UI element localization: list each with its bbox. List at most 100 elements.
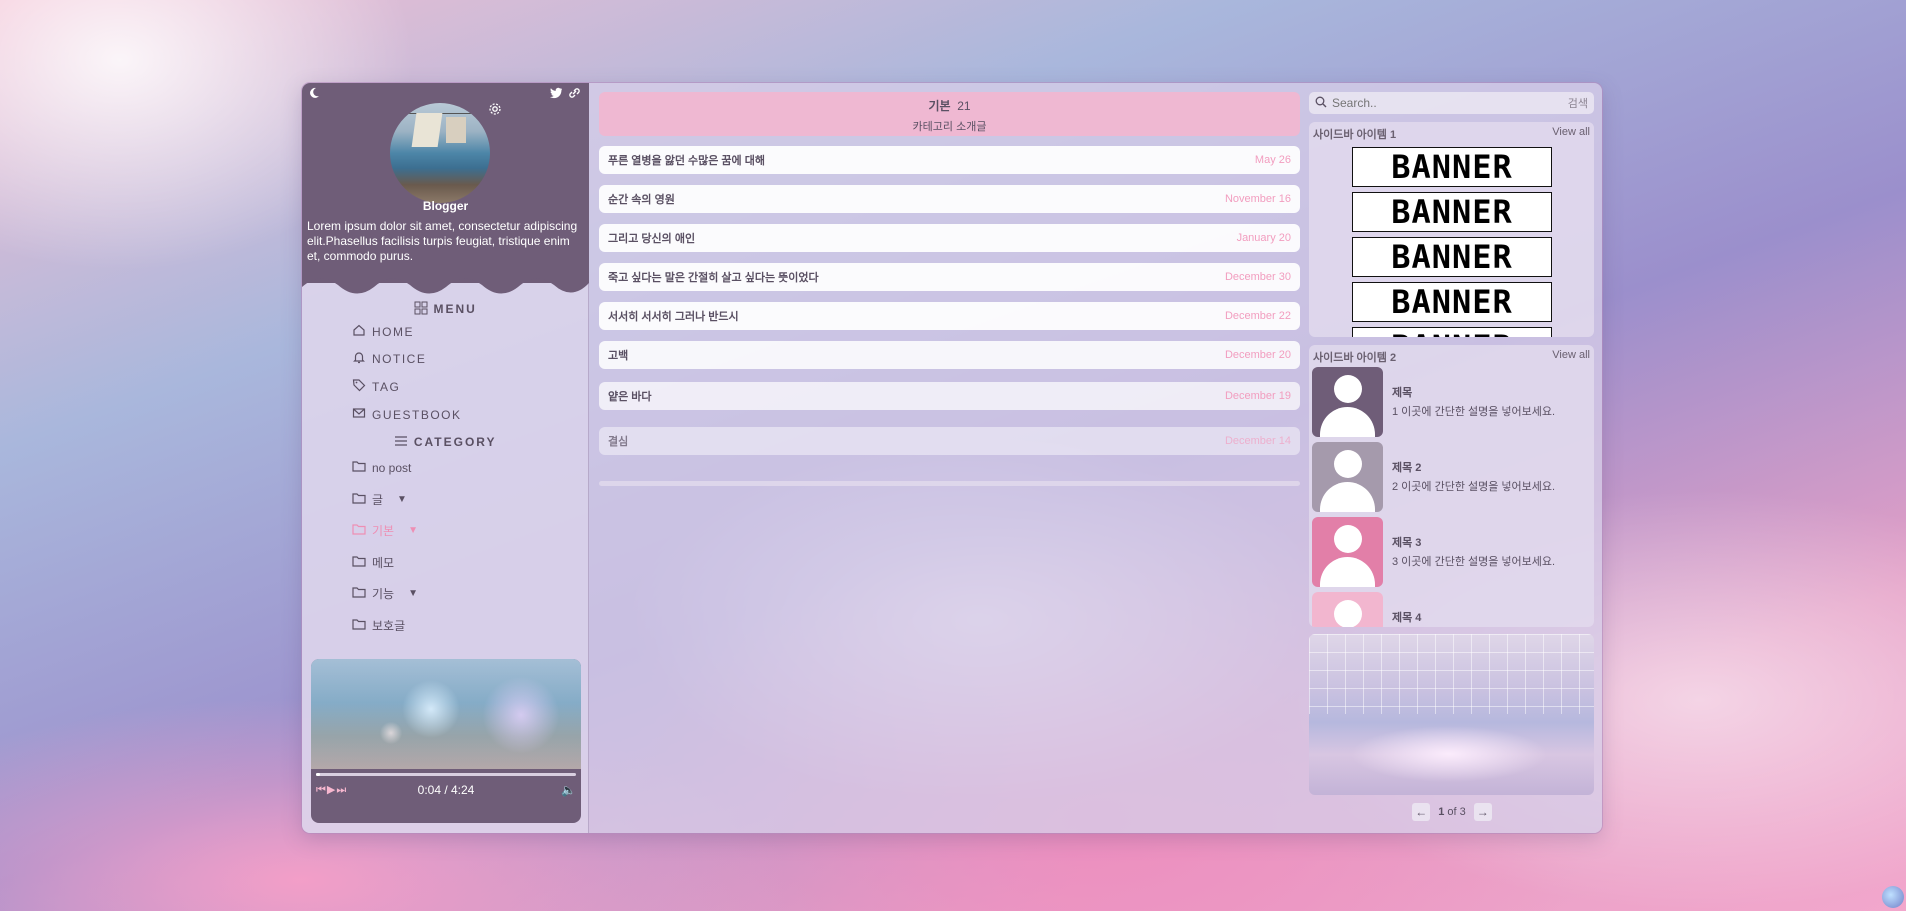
- progress-fill: [316, 773, 320, 776]
- mail-icon: [352, 406, 366, 423]
- post-title[interactable]: 고백: [608, 347, 628, 363]
- moon-icon[interactable]: [308, 87, 320, 102]
- caret-down-icon[interactable]: ▼: [397, 494, 407, 505]
- post-item[interactable]: 얕은 바다 December 19: [599, 382, 1300, 410]
- post-item[interactable]: 푸른 열병을 앓던 수많은 꿈에 대해 May 26: [599, 146, 1300, 174]
- page-indicator: 1 of 3: [1438, 806, 1466, 818]
- post-title[interactable]: 서서히 서서히 그러나 반드시: [608, 308, 739, 324]
- blog-description: Lorem ipsum dolor sit amet, consectetur …: [307, 219, 578, 263]
- main-content: 기본 21 카테고리 소개글 푸른 열병을 앓던 수많은 꿈에 대해 May 2…: [589, 83, 1300, 833]
- globe-icon[interactable]: [1882, 886, 1904, 908]
- list-item[interactable]: 제목 2 2 이곳에 간단한 설명을 넣어보세요.: [1312, 442, 1592, 512]
- grid-icon: [414, 301, 433, 316]
- post-item[interactable]: 그리고 당신의 애인 January 20: [599, 224, 1300, 252]
- search-icon: [1315, 96, 1327, 111]
- caret-down-icon[interactable]: ▼: [408, 525, 418, 536]
- item-description: 1 이곳에 간단한 설명을 넣어보세요.: [1392, 406, 1556, 418]
- tag-icon: [352, 378, 366, 395]
- post-item[interactable]: 결심 December 14: [599, 427, 1300, 455]
- progress-bar[interactable]: [316, 773, 576, 776]
- blog-window: Blogger Lorem ipsum dolor sit amet, cons…: [302, 83, 1602, 833]
- post-date: January 20: [1236, 232, 1291, 244]
- banner-image[interactable]: BANNER: [1352, 192, 1552, 232]
- folder-icon: [352, 492, 366, 507]
- category-title: CATEGORY: [302, 435, 589, 449]
- post-item[interactable]: 순간 속의 영원 November 16: [599, 185, 1300, 213]
- list-item[interactable]: 제목 4: [1312, 592, 1592, 627]
- item-title[interactable]: 제목 3: [1392, 534, 1421, 550]
- nav-item-home[interactable]: HOME: [352, 323, 414, 340]
- player-time: 0:04 / 4:24: [417, 783, 475, 797]
- view-all-link[interactable]: View all: [1552, 349, 1590, 365]
- post-item[interactable]: 고백 December 20: [599, 341, 1300, 369]
- pagination: ← 1 of 3 →: [1307, 803, 1597, 821]
- category-heading: 기본 21: [928, 99, 971, 113]
- sidebar-panel-1: 사이드바 아이템 1 View all BANNER BANNER BANNER…: [1309, 122, 1594, 337]
- panel-header: 사이드바 아이템 1 View all: [1313, 126, 1590, 142]
- panel-title: 사이드바 아이템 2: [1313, 352, 1397, 364]
- post-title[interactable]: 푸른 열병을 앓던 수많은 꿈에 대해: [608, 152, 765, 168]
- post-date: May 26: [1254, 154, 1291, 166]
- arrow-left-icon[interactable]: ←: [1412, 803, 1431, 821]
- gallery-image[interactable]: [1309, 634, 1594, 795]
- caret-down-icon[interactable]: ▼: [408, 588, 418, 599]
- folder-icon: [352, 618, 366, 633]
- post-title[interactable]: 순간 속의 영원: [608, 191, 675, 207]
- album-art: [311, 659, 581, 769]
- category-item-gibon[interactable]: 기본 ▼: [352, 522, 418, 539]
- nav-item-tag[interactable]: TAG: [352, 378, 400, 395]
- skip-back-icon[interactable]: ⏮: [316, 784, 327, 796]
- item-description: 3 이곳에 간단한 설명을 넣어보세요.: [1392, 556, 1556, 568]
- search-input[interactable]: [1332, 96, 1568, 110]
- list-item[interactable]: 제목 3 3 이곳에 간단한 설명을 넣어보세요.: [1312, 517, 1592, 587]
- banner-image[interactable]: BANNER: [1352, 282, 1552, 322]
- post-item[interactable]: 죽고 싶다는 말은 간절히 살고 싶다는 뜻이었다 December 30: [599, 263, 1300, 291]
- skip-forward-icon[interactable]: ⏭: [336, 784, 347, 796]
- post-date: November 16: [1224, 193, 1291, 205]
- post-title[interactable]: 얕은 바다: [608, 388, 652, 404]
- category-count: 21: [957, 99, 971, 113]
- item-title[interactable]: 제목: [1392, 384, 1412, 400]
- avatar: [1312, 367, 1383, 437]
- play-icon[interactable]: ▶: [327, 784, 336, 796]
- banner-image[interactable]: BANNER: [1352, 327, 1552, 337]
- banner-image[interactable]: BANNER: [1352, 147, 1552, 187]
- view-all-link[interactable]: View all: [1552, 126, 1590, 142]
- arrow-right-icon[interactable]: →: [1473, 803, 1492, 821]
- item-title[interactable]: 제목 4: [1392, 609, 1421, 625]
- gear-icon[interactable]: [488, 102, 502, 119]
- post-title[interactable]: 결심: [608, 433, 628, 449]
- item-title[interactable]: 제목 2: [1392, 459, 1421, 475]
- category-item-no-post[interactable]: no post: [352, 460, 411, 475]
- volume-icon[interactable]: 🔈: [561, 783, 576, 797]
- search-button[interactable]: 검색: [1568, 95, 1588, 111]
- bell-icon: [352, 350, 366, 367]
- blog-name[interactable]: Blogger: [302, 199, 589, 213]
- category-header: 기본 21 카테고리 소개글: [599, 92, 1300, 136]
- nav-item-guestbook[interactable]: GUESTBOOK: [352, 406, 462, 423]
- category-item-protected[interactable]: 보호글: [352, 617, 405, 634]
- banner-image[interactable]: BANNER: [1352, 237, 1552, 277]
- sidebar-panel-2: 사이드바 아이템 2 View all 제목 1 이곳에 간단한 설명을 넣어보…: [1309, 345, 1594, 627]
- category-item-memo[interactable]: 메모: [352, 554, 394, 571]
- post-title[interactable]: 그리고 당신의 애인: [608, 230, 695, 246]
- music-player: 0:04 / 4:24 ⏮▶⏭ 🔈: [311, 659, 581, 823]
- link-icon[interactable]: [568, 87, 581, 102]
- left-sidebar: Blogger Lorem ipsum dolor sit amet, cons…: [302, 83, 589, 833]
- post-title[interactable]: 죽고 싶다는 말은 간절히 살고 싶다는 뜻이었다: [608, 269, 819, 285]
- category-item-geul[interactable]: 글 ▼: [352, 491, 407, 508]
- twitter-icon[interactable]: [550, 87, 563, 102]
- post-date: December 19: [1224, 390, 1291, 402]
- search-bar: 검색: [1309, 92, 1594, 114]
- nav-item-notice[interactable]: NOTICE: [352, 350, 426, 367]
- folder-icon: [352, 555, 366, 570]
- category-item-gineung[interactable]: 기능 ▼: [352, 585, 418, 602]
- category-intro: 카테고리 소개글: [912, 121, 987, 133]
- folder-icon: [352, 523, 366, 538]
- list-divider: [599, 481, 1300, 486]
- post-date: December 14: [1224, 435, 1291, 447]
- list-item[interactable]: 제목 1 이곳에 간단한 설명을 넣어보세요.: [1312, 367, 1592, 437]
- post-date: December 22: [1224, 310, 1291, 322]
- post-item[interactable]: 서서히 서서히 그러나 반드시 December 22: [599, 302, 1300, 330]
- menu-title: MENU: [302, 301, 589, 316]
